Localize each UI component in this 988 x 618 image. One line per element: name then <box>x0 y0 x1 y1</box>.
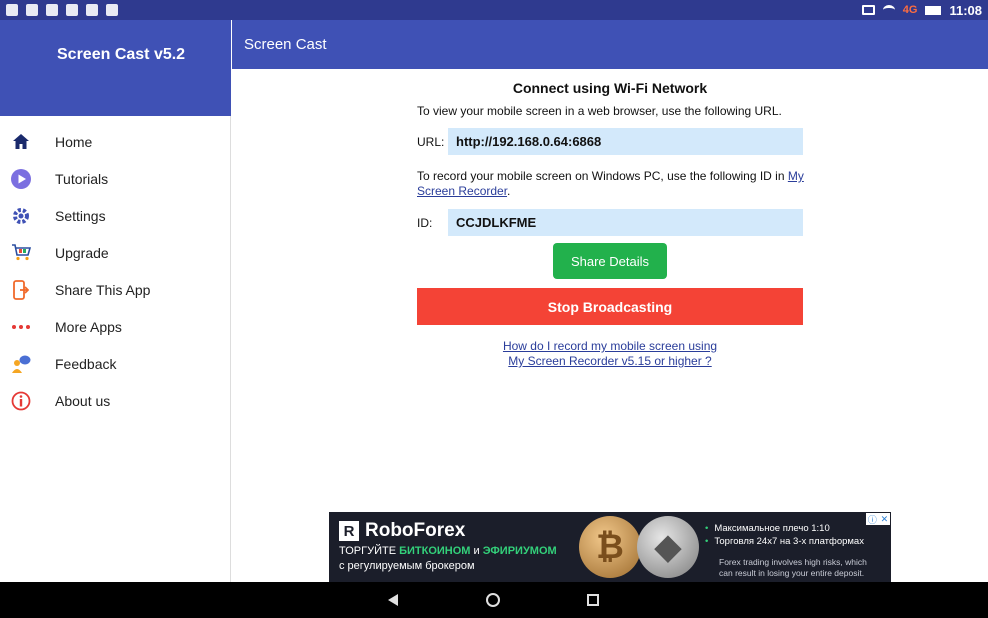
sidebar-item-label: Feedback <box>55 355 117 372</box>
url-field[interactable]: http://192.168.0.64:6868 <box>448 128 803 155</box>
my-screen-recorder-link[interactable]: My <box>788 169 804 183</box>
stop-broadcasting-button[interactable]: Stop Broadcasting <box>417 288 803 325</box>
battery-icon <box>925 5 942 15</box>
share-details-button[interactable]: Share Details <box>553 243 667 279</box>
help-link[interactable]: How do I record my mobile screen using M… <box>417 339 803 369</box>
home-icon <box>11 132 31 152</box>
sidebar-item-more-apps[interactable]: More Apps <box>0 308 231 345</box>
id-field[interactable]: CCJDLKFME <box>448 209 803 236</box>
my-screen-recorder-link-cont[interactable]: Screen Recorder <box>417 184 507 198</box>
ad-bullets: Максимальное плечо 1:10 Торговля 24x7 на… <box>705 522 864 548</box>
navigation-drawer: Home Tutorials Settings Upgrade Share Th… <box>0 116 231 582</box>
sidebar-item-share-app[interactable]: Share This App <box>0 271 231 308</box>
cast-icon <box>861 5 875 15</box>
system-icons: 4G 11:08 <box>861 2 982 18</box>
network-type: 4G <box>902 4 918 16</box>
ad-brand-name: RoboForex <box>365 520 466 541</box>
app-version-title: Screen Cast v5.2 <box>57 46 186 63</box>
ad-brand: R RoboForex <box>339 520 465 542</box>
system-nav-bar <box>0 582 988 618</box>
ad-headline: ТОРГУЙТЕ БИТКОИНОМ и ЭФИРИУМОМ <box>339 545 557 557</box>
ethereum-coin-icon: ◆ <box>637 516 699 578</box>
sidebar-item-label: Share This App <box>55 281 151 298</box>
help-link-line1[interactable]: How do I record my mobile screen using <box>417 339 803 354</box>
ad-choices-close[interactable]: ⓘ ✕ <box>866 513 890 525</box>
sidebar-item-label: About us <box>55 392 111 409</box>
sidebar-item-label: Home <box>55 133 93 150</box>
check-icon <box>86 4 98 16</box>
telegram-icon <box>106 4 118 16</box>
record-text-end: . <box>507 184 511 198</box>
ad-headline-part: и <box>470 545 483 557</box>
dots-icon <box>11 317 31 337</box>
image-icon <box>6 4 18 16</box>
notification-icons <box>6 4 118 16</box>
home-button-icon[interactable] <box>486 593 500 607</box>
roboforex-logo-icon: R <box>339 521 359 541</box>
record-text: To record your mobile screen on Windows … <box>417 169 788 183</box>
feedback-icon <box>11 354 31 374</box>
help-link-line2[interactable]: My Screen Recorder v5.15 or higher ? <box>417 354 803 369</box>
ad-headline-bitcoin: БИТКОИНОМ <box>399 545 471 557</box>
shield-icon <box>46 4 58 16</box>
ad-headline-ethereum: ЭФИРИУМОМ <box>482 545 557 557</box>
main-content: Connect using Wi-Fi Network To view your… <box>232 69 988 582</box>
ad-disclaimer: Forex trading involves high risks, which… <box>719 557 867 579</box>
id-label: ID: <box>417 216 433 230</box>
sidebar-item-upgrade[interactable]: Upgrade <box>0 234 231 271</box>
ad-headline-part: ТОРГУЙТЕ <box>339 545 400 557</box>
sidebar-item-label: Tutorials <box>55 170 109 187</box>
ad-subline: с регулируемым брокером <box>339 560 475 572</box>
ad-info-icon[interactable]: ⓘ <box>868 513 877 526</box>
ad-disclaimer-line: can result in losing your entire deposit… <box>719 568 865 578</box>
view-instructions: To view your mobile screen in a web brow… <box>417 104 782 118</box>
ad-disclaimer-line: Forex trading involves high risks, which <box>719 557 867 567</box>
url-label: URL: <box>417 135 445 149</box>
lock-icon <box>66 4 78 16</box>
ad-banner[interactable]: R RoboForex ТОРГУЙТЕ БИТКОИНОМ и ЭФИРИУМ… <box>329 512 891 582</box>
sidebar-item-home[interactable]: Home <box>0 123 231 160</box>
bitcoin-coin-icon: ₿ <box>579 516 641 578</box>
wifi-icon <box>882 5 895 15</box>
record-instructions: To record your mobile screen on Windows … <box>417 169 817 199</box>
drawer-header: Screen Cast v5.2 <box>0 20 231 116</box>
section-heading: Connect using Wi-Fi Network <box>512 80 708 96</box>
sidebar-item-tutorials[interactable]: Tutorials <box>0 160 231 197</box>
ad-bullet: Максимальное плечо 1:10 <box>705 522 864 535</box>
youtube-icon <box>26 4 38 16</box>
recents-icon[interactable] <box>587 594 599 606</box>
close-icon[interactable]: ✕ <box>881 514 889 525</box>
clock: 11:08 <box>949 2 982 18</box>
share-icon <box>11 279 31 300</box>
back-icon[interactable] <box>388 594 398 606</box>
sidebar-item-about[interactable]: About us <box>0 382 231 419</box>
gear-icon <box>11 206 31 226</box>
page-title: Screen Cast <box>244 36 327 53</box>
sidebar-item-label: Upgrade <box>55 244 109 261</box>
sidebar-item-settings[interactable]: Settings <box>0 197 231 234</box>
sidebar-item-feedback[interactable]: Feedback <box>0 345 231 382</box>
app-bar: Screen Cast <box>232 20 988 69</box>
status-bar: 4G 11:08 <box>0 0 988 20</box>
cart-icon <box>11 243 31 263</box>
sidebar-item-label: More Apps <box>55 318 122 335</box>
ad-bullet: Торговля 24x7 на 3-х платформах <box>705 535 864 548</box>
play-icon <box>11 168 31 189</box>
info-icon <box>11 391 31 411</box>
sidebar-item-label: Settings <box>55 207 106 224</box>
